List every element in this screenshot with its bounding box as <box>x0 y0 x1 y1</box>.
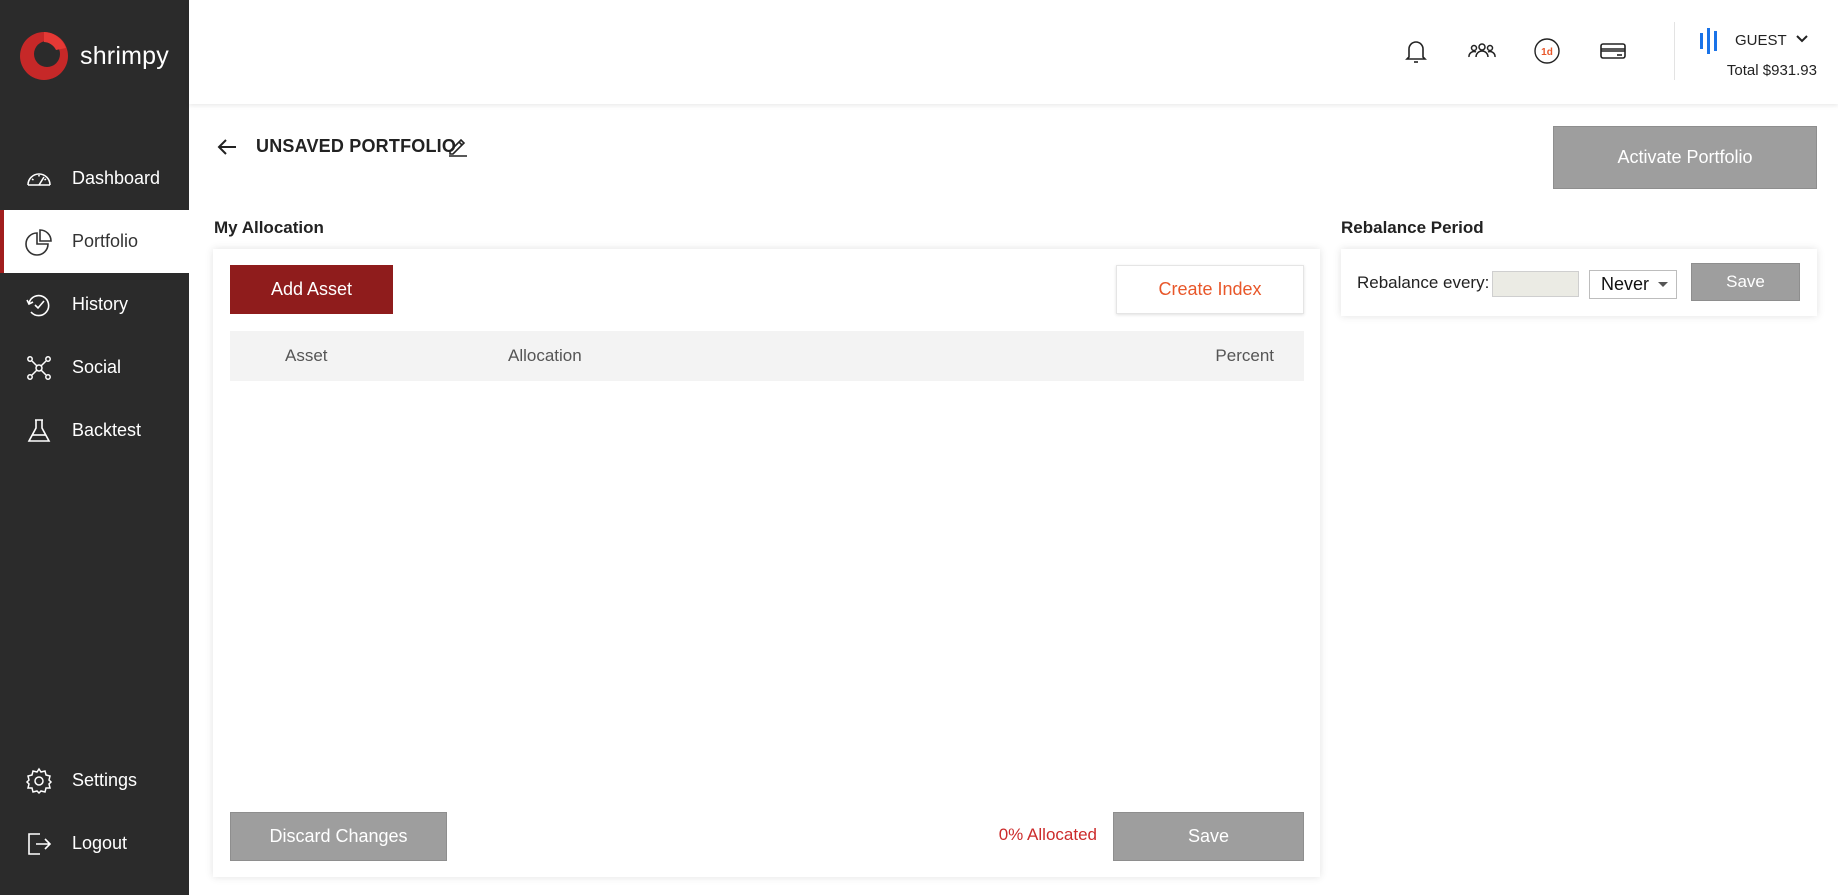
sidebar-item-label: Settings <box>72 770 138 790</box>
shrimpy-logo-icon <box>18 30 70 82</box>
rebalance-label: Rebalance every: <box>1357 273 1490 292</box>
sidebar-item-label: Portfolio <box>72 231 139 251</box>
exchange-bars-icon <box>1699 28 1719 59</box>
period-1d-icon[interactable]: 1d <box>1530 34 1564 68</box>
sidebar-item-label: History <box>72 294 129 314</box>
back-arrow-icon[interactable] <box>214 134 240 160</box>
edit-pencil-icon[interactable] <box>446 134 470 158</box>
sidebar-item-backtest[interactable]: Backtest <box>0 399 189 462</box>
discard-changes-button[interactable]: Discard Changes <box>230 812 447 861</box>
user-name: GUEST <box>1735 32 1787 49</box>
rebalance-interval-input[interactable] <box>1492 271 1579 297</box>
rebalance-select-value: Never <box>1601 274 1650 294</box>
pie-chart-icon <box>24 227 54 257</box>
caret-down-icon <box>1658 282 1668 287</box>
sidebar-item-history[interactable]: History <box>0 273 189 336</box>
save-rebalance-button[interactable]: Save <box>1691 263 1800 301</box>
rebalance-period-select[interactable]: Never <box>1589 270 1677 299</box>
chevron-down-icon <box>1795 32 1809 51</box>
sidebar-item-label: Dashboard <box>72 168 161 188</box>
allocation-table-body <box>230 381 1304 801</box>
add-asset-button[interactable]: Add Asset <box>230 265 393 314</box>
create-index-button[interactable]: Create Index <box>1116 265 1304 314</box>
sidebar-item-settings[interactable]: Settings <box>0 749 189 812</box>
sidebar-item-dashboard[interactable]: Dashboard <box>0 147 189 210</box>
sidebar-item-social[interactable]: Social <box>0 336 189 399</box>
history-icon <box>24 290 54 320</box>
bell-icon[interactable] <box>1399 34 1433 68</box>
speedometer-icon <box>24 164 54 194</box>
save-allocation-button[interactable]: Save <box>1113 812 1304 861</box>
sidebar: shrimpy Dashboard Portfolio History Soci… <box>0 0 189 895</box>
account-total: Total $931.93 <box>1726 62 1817 79</box>
user-menu[interactable]: GUEST Total $931.93 <box>1699 24 1819 84</box>
sidebar-item-logout[interactable]: Logout <box>0 812 189 875</box>
period-badge-text: 1d <box>1541 47 1553 58</box>
page-title: UNSAVED PORTFOLIO <box>256 136 457 156</box>
sidebar-item-portfolio[interactable]: Portfolio <box>0 210 189 273</box>
sidebar-bottom-nav: Settings Logout <box>0 749 189 875</box>
flask-icon <box>24 416 54 446</box>
column-header-asset[interactable]: Asset <box>285 346 328 366</box>
top-bar: 1d GUEST Total $931.93 <box>189 0 1838 104</box>
sidebar-item-label: Logout <box>72 833 128 853</box>
sidebar-item-label: Backtest <box>72 420 142 440</box>
sidebar-item-label: Social <box>72 357 122 377</box>
activate-portfolio-button[interactable]: Activate Portfolio <box>1553 126 1817 189</box>
column-header-percent[interactable]: Percent <box>1215 346 1274 366</box>
rebalance-panel: Rebalance every: Never Save <box>1341 249 1817 316</box>
logout-icon <box>24 829 54 859</box>
top-divider <box>1674 22 1675 80</box>
allocation-panel: Add Asset Create Index Asset Allocation … <box>213 249 1320 877</box>
sidebar-nav: Dashboard Portfolio History Social Backt… <box>0 147 189 462</box>
allocation-table-header: Asset Allocation Percent <box>230 331 1304 381</box>
allocated-percent-text: 0% Allocated <box>998 825 1097 844</box>
users-icon[interactable] <box>1465 34 1499 68</box>
card-icon[interactable] <box>1596 34 1630 68</box>
brand-name: shrimpy <box>80 41 169 70</box>
allocation-title: My Allocation <box>214 218 324 237</box>
column-header-allocation[interactable]: Allocation <box>508 346 582 366</box>
logo[interactable]: shrimpy <box>18 30 169 82</box>
network-icon <box>24 353 54 383</box>
gear-icon <box>24 766 54 796</box>
rebalance-title: Rebalance Period <box>1341 218 1484 237</box>
